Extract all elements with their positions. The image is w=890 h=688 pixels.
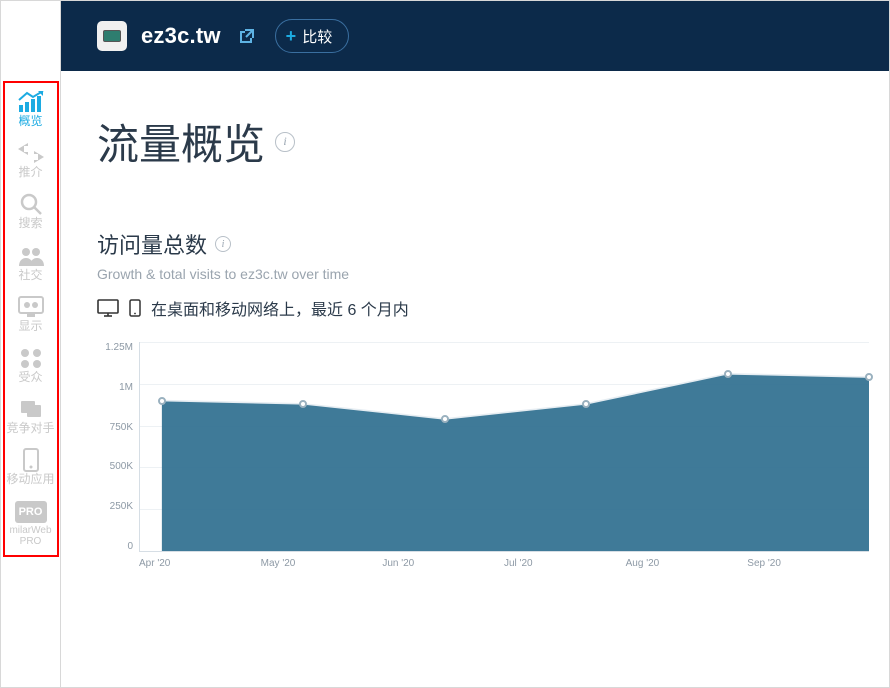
sidebar: 概览 推介 搜索 社交 <box>1 1 61 687</box>
x-tick: May '20 <box>261 558 383 569</box>
sidebar-item-social[interactable]: 社交 <box>7 245 55 282</box>
sidebar-item-label: 受众 <box>18 371 42 384</box>
visits-chart: 1.25M 1M 750K 500K 250K 0 <box>97 342 869 552</box>
sidebar-item-label: milarWeb <box>9 525 51 536</box>
competitor-icon <box>17 398 45 420</box>
audience-icon <box>17 347 45 369</box>
sidebar-item-label: 概览 <box>18 115 42 128</box>
x-tick: Jun '20 <box>382 558 504 569</box>
y-tick: 1M <box>119 382 133 393</box>
topbar: ez3c.tw + 比较 <box>61 1 889 71</box>
sidebar-item-label: 显示 <box>18 320 42 333</box>
sidebar-item-search[interactable]: 搜索 <box>7 193 55 230</box>
sidebar-item-referral[interactable]: 推介 <box>7 142 55 179</box>
section-subtitle: Growth & total visits to ez3c.tw over ti… <box>97 266 869 282</box>
sidebar-item-pro[interactable]: PRO milarWeb PRO <box>7 501 55 547</box>
main-panel: ez3c.tw + 比较 流量概览 i 访问量总数 i Growth & tot… <box>61 1 889 687</box>
pro-badge-icon: PRO <box>15 501 47 523</box>
search-icon <box>17 193 45 215</box>
chart-point[interactable] <box>158 397 166 405</box>
chart-point[interactable] <box>865 373 873 381</box>
sidebar-item-label: PRO <box>20 536 42 547</box>
device-text: 在桌面和移动网络上，最近 6 个月内 <box>151 296 409 320</box>
y-tick: 0 <box>127 541 133 552</box>
sidebar-item-label: 竞争对手 <box>7 422 55 435</box>
info-icon[interactable]: i <box>275 132 295 152</box>
section-title-text: 访问量总数 <box>97 228 207 260</box>
sidebar-highlight: 概览 推介 搜索 社交 <box>3 81 59 557</box>
y-tick: 1.25M <box>105 342 133 353</box>
x-tick: Apr '20 <box>139 558 261 569</box>
x-tick: Aug '20 <box>626 558 748 569</box>
sidebar-item-audience[interactable]: 受众 <box>7 347 55 384</box>
sidebar-item-overview[interactable]: 概览 <box>7 91 55 128</box>
y-tick: 250K <box>110 501 133 512</box>
chart-plot-area[interactable] <box>139 342 869 552</box>
sidebar-item-competitor[interactable]: 竞争对手 <box>7 398 55 435</box>
x-tick: Sep '20 <box>747 558 869 569</box>
y-tick: 750K <box>110 422 133 433</box>
visits-section: 访问量总数 i Growth & total visits to ez3c.tw… <box>97 228 869 569</box>
page-title-text: 流量概览 <box>97 111 265 172</box>
sidebar-item-label: 推介 <box>18 166 42 179</box>
chart-point[interactable] <box>299 400 307 408</box>
external-link-icon[interactable] <box>239 28 255 44</box>
site-name: ez3c.tw <box>141 23 221 49</box>
info-icon[interactable]: i <box>215 236 231 252</box>
section-title: 访问量总数 i <box>97 228 869 260</box>
sidebar-item-label: 社交 <box>18 269 42 282</box>
display-icon <box>17 296 45 318</box>
compare-button[interactable]: + 比较 <box>275 19 350 53</box>
sidebar-item-label: 移动应用 <box>7 473 55 486</box>
x-tick: Jul '20 <box>504 558 626 569</box>
sidebar-item-mobile[interactable]: 移动应用 <box>7 449 55 486</box>
device-row: 在桌面和移动网络上，最近 6 个月内 <box>97 296 869 320</box>
mobile-app-icon <box>17 449 45 471</box>
page-title: 流量概览 i <box>97 111 869 172</box>
chart-x-axis: Apr '20May '20Jun '20Jul '20Aug '20Sep '… <box>139 558 869 569</box>
site-favicon <box>97 21 127 51</box>
content-area: 流量概览 i 访问量总数 i Growth & total visits to … <box>61 71 889 687</box>
sidebar-item-label: 搜索 <box>18 217 42 230</box>
desktop-icon <box>97 299 119 317</box>
chart-point[interactable] <box>724 370 732 378</box>
chart-point[interactable] <box>582 400 590 408</box>
chart-y-axis: 1.25M 1M 750K 500K 250K 0 <box>97 342 139 552</box>
plus-icon: + <box>286 27 297 45</box>
chart-point[interactable] <box>441 415 449 423</box>
referral-icon <box>17 142 45 164</box>
social-icon <box>17 245 45 267</box>
y-tick: 500K <box>110 461 133 472</box>
sidebar-item-display[interactable]: 显示 <box>7 296 55 333</box>
compare-button-label: 比较 <box>302 26 332 47</box>
overview-icon <box>17 91 45 113</box>
mobile-icon <box>129 299 141 317</box>
